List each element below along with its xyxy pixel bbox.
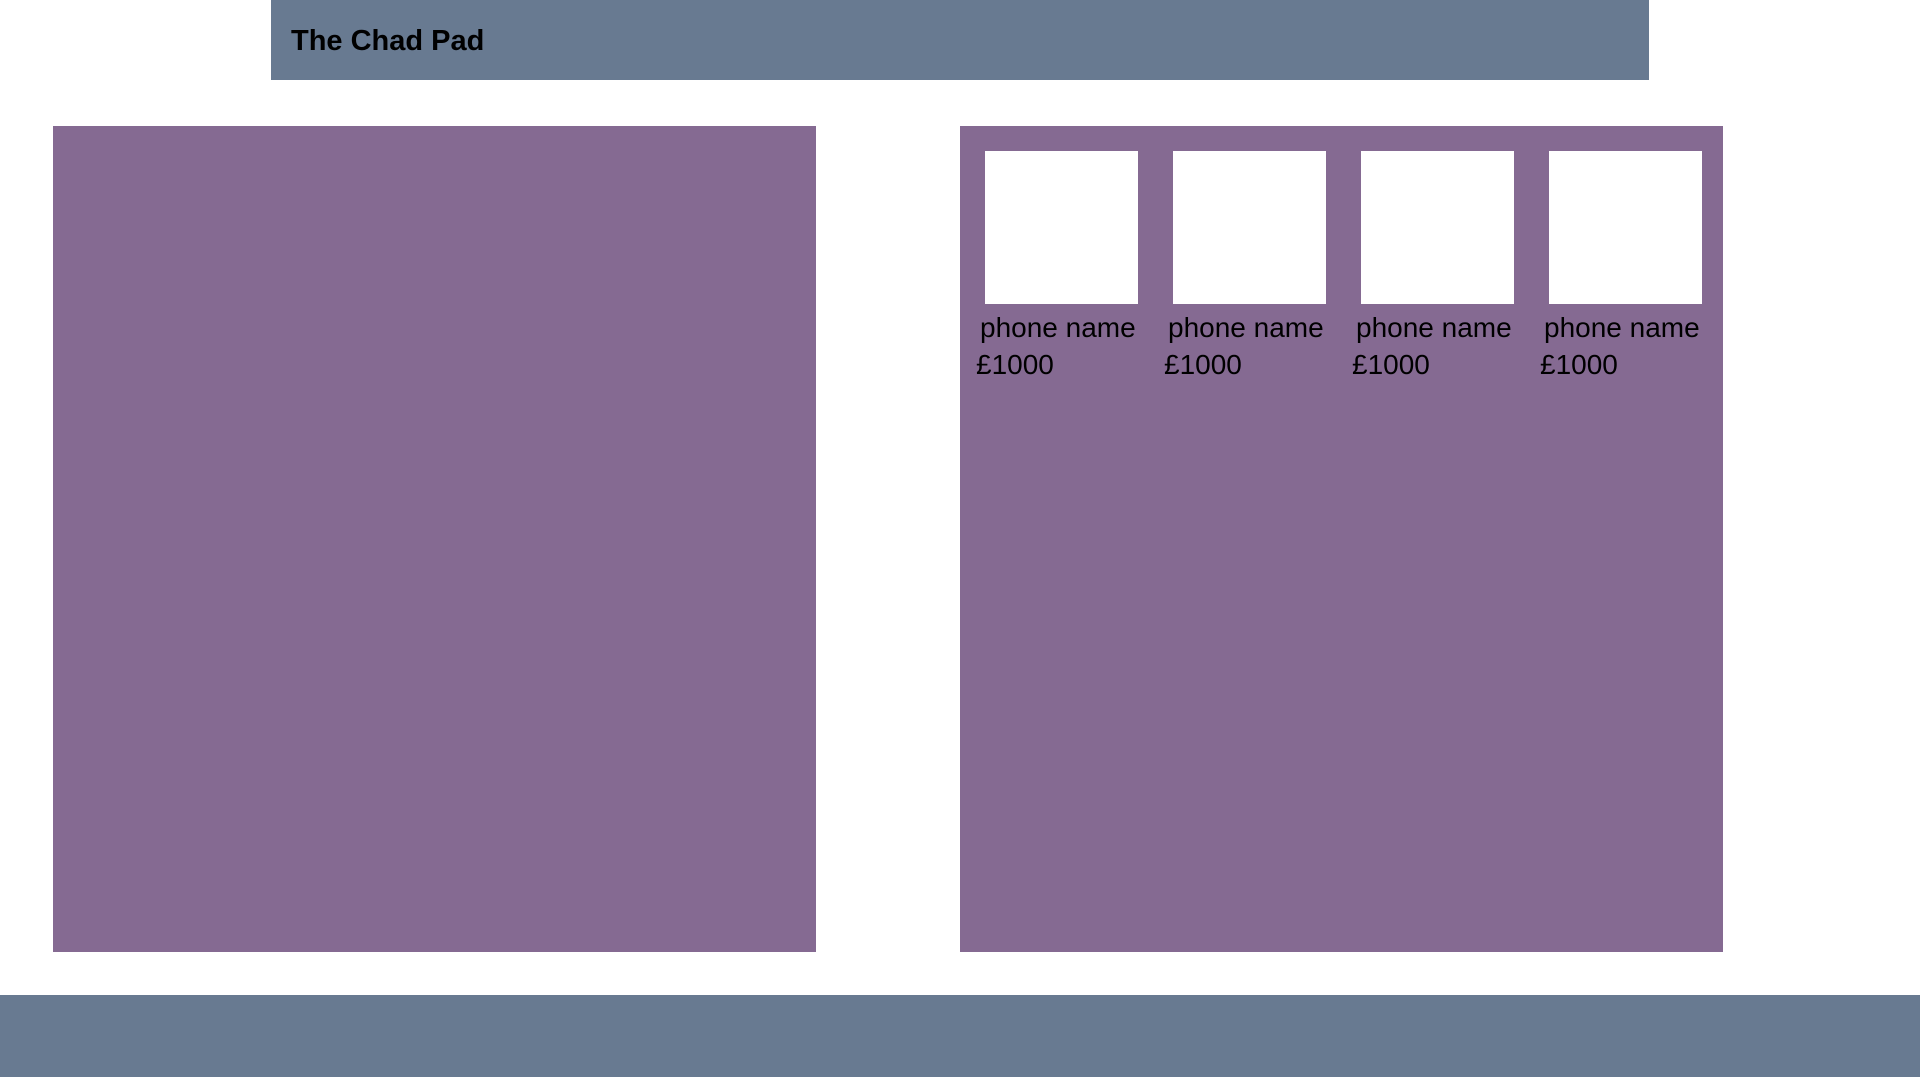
product-card[interactable]: phone name £1000: [960, 151, 1138, 391]
site-header: The Chad Pad: [271, 0, 1649, 80]
product-panel: phone name £1000 phone name £1000 phone …: [960, 126, 1723, 952]
product-image[interactable]: [985, 151, 1138, 304]
product-card[interactable]: phone name £1000: [1336, 151, 1514, 391]
product-name[interactable]: phone name: [1544, 311, 1700, 345]
product-name[interactable]: phone name: [980, 311, 1136, 345]
product-price: £1000: [1164, 349, 1242, 380]
product-card[interactable]: phone name £1000: [1524, 151, 1702, 391]
product-image[interactable]: [1361, 151, 1514, 304]
product-card[interactable]: phone name £1000: [1148, 151, 1326, 391]
product-price: £1000: [1540, 349, 1618, 380]
site-title[interactable]: The Chad Pad: [291, 22, 484, 60]
product-image[interactable]: [1549, 151, 1702, 304]
product-price: £1000: [1352, 349, 1430, 380]
product-image[interactable]: [1173, 151, 1326, 304]
product-name[interactable]: phone name: [1168, 311, 1324, 345]
product-price: £1000: [976, 349, 1054, 380]
left-panel: [53, 126, 816, 952]
site-footer: [0, 995, 1920, 1077]
product-name[interactable]: phone name: [1356, 311, 1512, 345]
